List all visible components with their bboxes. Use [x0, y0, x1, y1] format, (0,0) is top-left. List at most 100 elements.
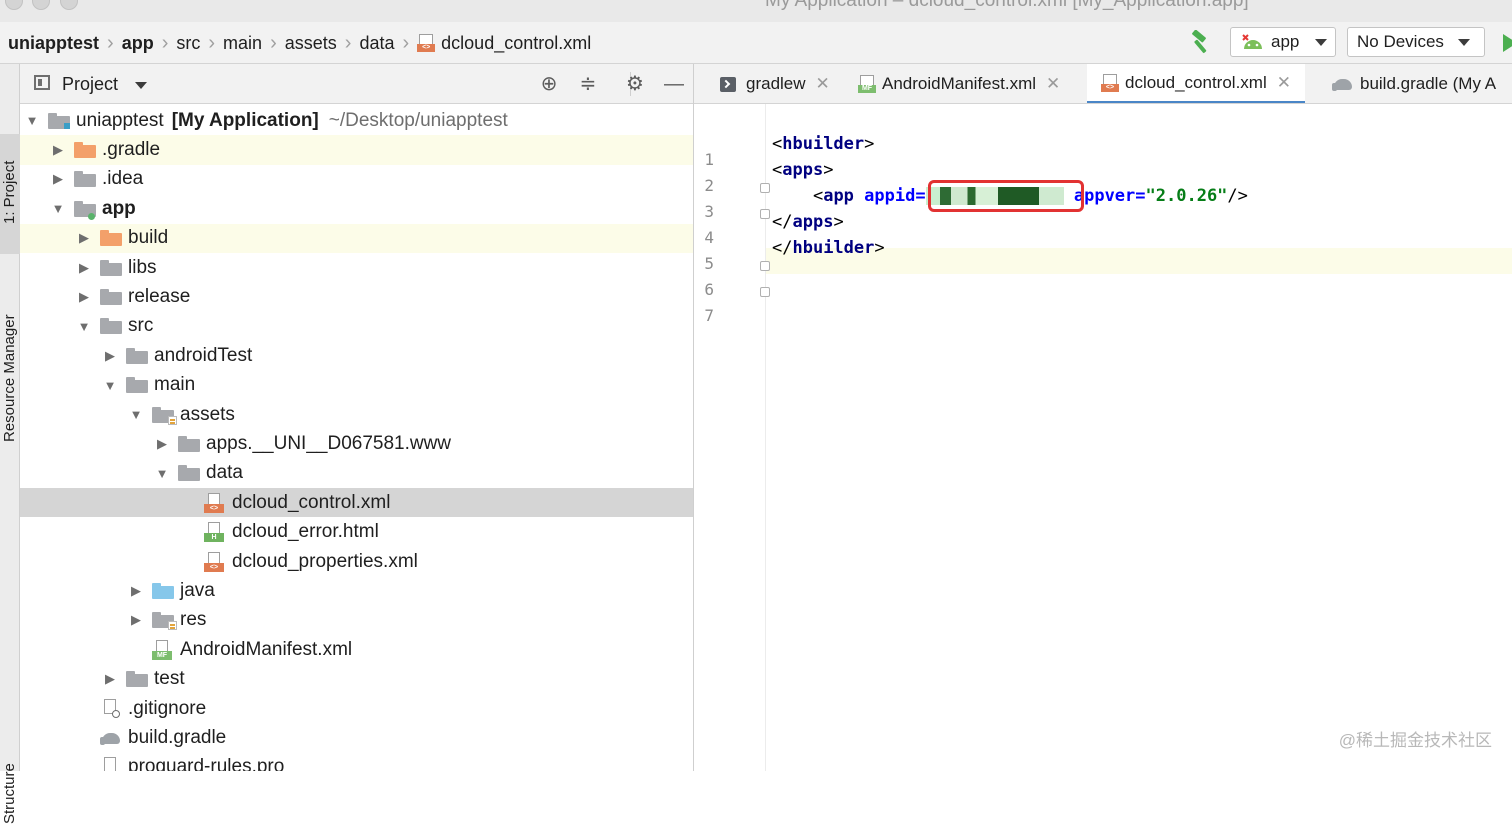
- tree-row-androidmanifest-xml[interactable]: ▶ MF AndroidManifest.xml: [20, 635, 693, 664]
- close-icon[interactable]: ✕: [816, 74, 830, 94]
- tree-row-libs[interactable]: ▶ libs: [20, 253, 693, 282]
- breadcrumb-item[interactable]: assets: [285, 33, 337, 54]
- tree-label: app: [102, 197, 136, 219]
- tab-dcloud-control-xml[interactable]: <> dcloud_control.xml ✕: [1087, 64, 1305, 103]
- code-line-3[interactable]: <apps>: [772, 160, 833, 180]
- minimize-window-button[interactable]: [32, 0, 50, 10]
- breadcrumb-item[interactable]: uniapptest: [8, 33, 99, 54]
- ignore-file-icon: [100, 698, 122, 719]
- tree-label: androidTest: [154, 344, 253, 366]
- line-number: 1: [704, 150, 714, 169]
- project-tool-tab[interactable]: 1: Project: [1, 161, 18, 224]
- folder-icon: [126, 377, 148, 394]
- manifest-file-icon: MF: [858, 75, 876, 93]
- tree-row-main[interactable]: ▼ main: [20, 371, 693, 400]
- collapsed-arrow-icon[interactable]: ▶: [50, 142, 66, 158]
- collapse-all-icon[interactable]: ≑: [576, 72, 600, 96]
- tree-row-build[interactable]: ▶ build: [20, 223, 693, 253]
- zoom-window-button[interactable]: [60, 0, 78, 10]
- resource-manager-tool-tab[interactable]: Resource Manager: [1, 314, 18, 442]
- tree-row-app[interactable]: ▼ app: [20, 194, 693, 223]
- close-icon[interactable]: ✕: [1277, 73, 1291, 93]
- code-line-2[interactable]: <hbuilder>: [772, 134, 874, 154]
- tree-label: data: [206, 462, 243, 484]
- tree-row-uniapptest[interactable]: ▼ uniapptest [My Application] ~/Desktop/…: [20, 106, 693, 135]
- gear-icon[interactable]: ⚙: [623, 72, 647, 96]
- collapsed-arrow-icon[interactable]: ▶: [128, 583, 144, 599]
- tab-label: build.gradle (My A: [1360, 74, 1497, 93]
- collapsed-arrow-icon[interactable]: ▶: [76, 260, 92, 276]
- window-titlebar: My Application – dcloud_control.xml [My_…: [0, 0, 1512, 22]
- tree-row-res[interactable]: ▶ res: [20, 606, 693, 635]
- tab-build-gradle[interactable]: build.gradle (My A: [1332, 64, 1497, 103]
- source-folder-icon: [152, 582, 174, 599]
- expanded-arrow-icon[interactable]: ▼: [102, 378, 118, 393]
- editor-area: gradlew ✕ MF AndroidManifest.xml ✕ <> dc…: [694, 64, 1512, 771]
- fold-marker-icon[interactable]: [760, 209, 770, 219]
- collapsed-arrow-icon[interactable]: ▶: [76, 289, 92, 305]
- fold-marker-icon[interactable]: [760, 261, 770, 271]
- breadcrumb-item[interactable]: app: [122, 33, 154, 54]
- xml-file-icon: <>: [417, 34, 436, 52]
- collapsed-arrow-icon[interactable]: ▶: [128, 612, 144, 628]
- text-file-icon: [100, 757, 122, 771]
- breadcrumb-item[interactable]: src: [176, 33, 200, 54]
- play-icon[interactable]: [1503, 34, 1512, 52]
- xml-tag: app: [823, 186, 854, 206]
- line-number: 6: [704, 280, 714, 299]
- project-view-select[interactable]: Project: [62, 74, 148, 95]
- tab-gradlew[interactable]: gradlew ✕: [720, 64, 830, 103]
- collapsed-arrow-icon[interactable]: ▶: [102, 348, 118, 364]
- structure-tool-tab[interactable]: Structure: [1, 763, 18, 824]
- breadcrumb-item[interactable]: data: [359, 33, 394, 54]
- collapsed-arrow-icon[interactable]: ▶: [102, 671, 118, 687]
- run-configuration-select[interactable]: app: [1230, 27, 1336, 57]
- breadcrumb-item[interactable]: dcloud_control.xml: [441, 33, 591, 54]
- tree-row-test[interactable]: ▶ test: [20, 664, 693, 693]
- tree-label: dcloud_control.xml: [232, 491, 391, 513]
- code-line-6[interactable]: </hbuilder>: [772, 238, 885, 258]
- breadcrumb: uniapptest › app › src › main › assets ›…: [8, 22, 591, 64]
- tree-row-build-gradle[interactable]: ▶ build.gradle: [20, 723, 693, 752]
- breadcrumb-item[interactable]: main: [223, 33, 262, 54]
- excluded-folder-icon: [100, 230, 122, 247]
- close-icon[interactable]: ✕: [1046, 74, 1060, 94]
- tree-row-java[interactable]: ▶ java: [20, 576, 693, 605]
- expanded-arrow-icon[interactable]: ▼: [76, 319, 92, 334]
- tree-row-gradle[interactable]: ▶ .gradle: [20, 135, 693, 165]
- tree-row-dcloud-properties-xml[interactable]: ▶ <> dcloud_properties.xml: [20, 547, 693, 576]
- fold-marker-icon[interactable]: [760, 287, 770, 297]
- collapsed-arrow-icon[interactable]: ▶: [76, 230, 92, 246]
- tree-row-dcloud-control-xml[interactable]: ▶ <> dcloud_control.xml: [20, 488, 693, 518]
- expanded-arrow-icon[interactable]: ▼: [128, 407, 144, 422]
- tree-row-gitignore[interactable]: ▶ .gitignore: [20, 694, 693, 723]
- expanded-arrow-icon[interactable]: ▼: [24, 113, 40, 128]
- hide-panel-icon[interactable]: —: [662, 72, 686, 96]
- expanded-arrow-icon[interactable]: ▼: [154, 466, 170, 481]
- resource-folder-icon: [152, 612, 177, 631]
- tree-label-path: ~/Desktop/uniapptest: [328, 109, 508, 131]
- code-line-5[interactable]: </apps>: [772, 212, 844, 232]
- watermark: @稀土掘金技术社区: [1338, 731, 1492, 750]
- close-window-button[interactable]: [5, 0, 23, 10]
- locate-icon[interactable]: ⊕: [537, 72, 561, 96]
- tree-row-src[interactable]: ▼ src: [20, 312, 693, 341]
- xml-tag: apps: [782, 160, 824, 180]
- collapsed-arrow-icon[interactable]: ▶: [154, 436, 170, 452]
- tree-row-dcloud-error-html[interactable]: ▶ H dcloud_error.html: [20, 517, 693, 546]
- expanded-arrow-icon[interactable]: ▼: [50, 201, 66, 216]
- tree-row-release[interactable]: ▶ release: [20, 282, 693, 311]
- tree-row-idea[interactable]: ▶ .idea: [20, 165, 693, 194]
- tree-row-apps-www[interactable]: ▶ apps.__UNI__D067581.www: [20, 429, 693, 458]
- tree-row-proguard-rules[interactable]: ▶ proguard-rules.pro: [20, 753, 693, 771]
- project-panel-header: Project ⊕ ≑ ⚙ —: [20, 64, 693, 104]
- collapsed-arrow-icon[interactable]: ▶: [50, 171, 66, 187]
- tab-androidmanifest-xml[interactable]: MF AndroidManifest.xml ✕: [858, 64, 1060, 103]
- chevron-down-icon: [1457, 38, 1470, 46]
- fold-marker-icon[interactable]: [760, 183, 770, 193]
- tree-row-androidtest[interactable]: ▶ androidTest: [20, 341, 693, 370]
- hammer-icon[interactable]: [1187, 30, 1213, 56]
- tree-row-assets[interactable]: ▼ assets: [20, 400, 693, 429]
- device-select[interactable]: No Devices: [1347, 27, 1485, 57]
- tree-row-data[interactable]: ▼ data: [20, 459, 693, 488]
